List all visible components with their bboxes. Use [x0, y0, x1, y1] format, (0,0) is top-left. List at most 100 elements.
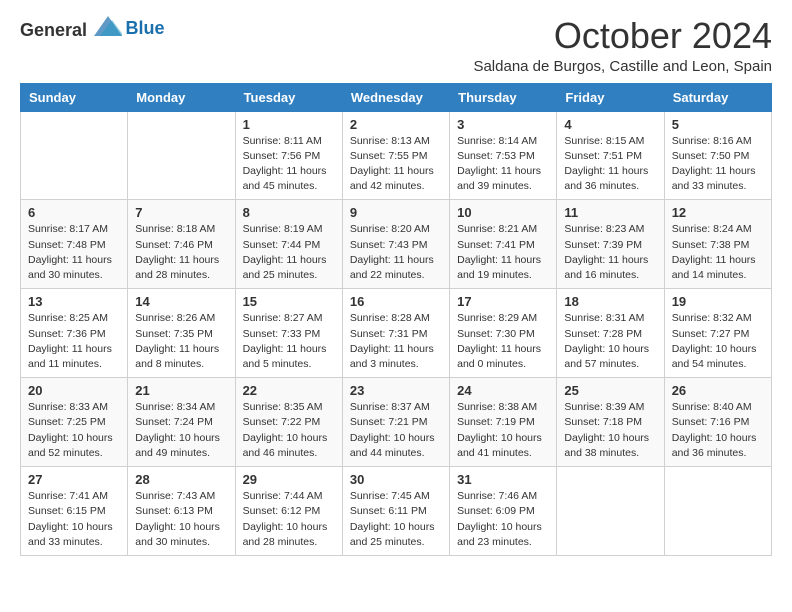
calendar-week-row: 27 Sunrise: 7:41 AM Sunset: 6:15 PM Dayli…: [21, 467, 772, 556]
calendar-cell: 10Sunrise: 8:21 AM Sunset: 7:41 PM Dayli…: [450, 200, 557, 289]
day-info: Sunrise: 8:35 AM Sunset: 7:22 PM Dayligh…: [243, 400, 335, 461]
day-number: 30: [350, 472, 442, 487]
weekday-header: Friday: [557, 83, 664, 111]
calendar-cell: 4 Sunrise: 8:15 AM Sunset: 7:51 PM Daylig…: [557, 111, 664, 200]
day-info: Sunrise: 8:11 AM Sunset: 7:56 PM Dayligh…: [243, 134, 335, 195]
calendar-cell: 25 Sunrise: 8:39 AM Sunset: 7:18 PM Dayli…: [557, 378, 664, 467]
day-number: 12: [672, 205, 764, 220]
day-info: Sunrise: 8:37 AM Sunset: 7:21 PM Dayligh…: [350, 400, 442, 461]
day-number: 6: [28, 205, 120, 220]
day-number: 20: [28, 383, 120, 398]
day-info: Sunrise: 7:43 AM Sunset: 6:13 PM Dayligh…: [135, 489, 227, 550]
calendar-body: 1 Sunrise: 8:11 AM Sunset: 7:56 PM Daylig…: [21, 111, 772, 555]
weekday-header: Saturday: [664, 83, 771, 111]
day-info: Sunrise: 8:13 AM Sunset: 7:55 PM Dayligh…: [350, 134, 442, 195]
day-info: Sunrise: 8:28 AM Sunset: 7:31 PM Dayligh…: [350, 311, 442, 372]
calendar-cell: 22Sunrise: 8:35 AM Sunset: 7:22 PM Dayli…: [235, 378, 342, 467]
calendar-cell: 29 Sunrise: 7:44 AM Sunset: 6:12 PM Dayli…: [235, 467, 342, 556]
day-info: Sunrise: 8:19 AM Sunset: 7:44 PM Dayligh…: [243, 222, 335, 283]
day-info: Sunrise: 8:15 AM Sunset: 7:51 PM Dayligh…: [564, 134, 656, 195]
day-number: 17: [457, 294, 549, 309]
day-number: 19: [672, 294, 764, 309]
calendar-cell: 12 Sunrise: 8:24 AM Sunset: 7:38 PM Dayli…: [664, 200, 771, 289]
calendar-cell: 23 Sunrise: 8:37 AM Sunset: 7:21 PM Dayli…: [342, 378, 449, 467]
calendar-cell: 17 Sunrise: 8:29 AM Sunset: 7:30 PM Dayli…: [450, 289, 557, 378]
weekday-header: Monday: [128, 83, 235, 111]
calendar-cell: 11Sunrise: 8:23 AM Sunset: 7:39 PM Dayli…: [557, 200, 664, 289]
day-number: 5: [672, 117, 764, 132]
day-number: 1: [243, 117, 335, 132]
day-number: 28: [135, 472, 227, 487]
calendar-cell: 8 Sunrise: 8:19 AM Sunset: 7:44 PM Daylig…: [235, 200, 342, 289]
day-number: 21: [135, 383, 227, 398]
logo: General Blue: [20, 16, 165, 41]
weekday-header: Tuesday: [235, 83, 342, 111]
month-year-title: October 2024: [473, 16, 772, 56]
calendar-table: SundayMondayTuesdayWednesdayThursdayFrid…: [20, 83, 772, 556]
calendar-cell: 3Sunrise: 8:14 AM Sunset: 7:53 PM Daylig…: [450, 111, 557, 200]
day-number: 29: [243, 472, 335, 487]
day-number: 23: [350, 383, 442, 398]
day-number: 15: [243, 294, 335, 309]
weekday-header: Wednesday: [342, 83, 449, 111]
day-info: Sunrise: 8:24 AM Sunset: 7:38 PM Dayligh…: [672, 222, 764, 283]
location-subtitle: Saldana de Burgos, Castille and Leon, Sp…: [473, 58, 772, 75]
calendar-cell: 18 Sunrise: 8:31 AM Sunset: 7:28 PM Dayli…: [557, 289, 664, 378]
day-info: Sunrise: 8:32 AM Sunset: 7:27 PM Dayligh…: [672, 311, 764, 372]
calendar-cell: [664, 467, 771, 556]
calendar-cell: 9 Sunrise: 8:20 AM Sunset: 7:43 PM Daylig…: [342, 200, 449, 289]
calendar-cell: 14 Sunrise: 8:26 AM Sunset: 7:35 PM Dayli…: [128, 289, 235, 378]
calendar-cell: 28 Sunrise: 7:43 AM Sunset: 6:13 PM Dayli…: [128, 467, 235, 556]
day-info: Sunrise: 8:33 AM Sunset: 7:25 PM Dayligh…: [28, 400, 120, 461]
calendar-cell: 2 Sunrise: 8:13 AM Sunset: 7:55 PM Daylig…: [342, 111, 449, 200]
day-number: 27: [28, 472, 120, 487]
calendar-cell: 6 Sunrise: 8:17 AM Sunset: 7:48 PM Daylig…: [21, 200, 128, 289]
calendar-week-row: 13Sunrise: 8:25 AM Sunset: 7:36 PM Dayli…: [21, 289, 772, 378]
page-header: General Blue October 2024 Saldana de Bur…: [0, 0, 792, 83]
day-number: 10: [457, 205, 549, 220]
day-number: 31: [457, 472, 549, 487]
day-info: Sunrise: 8:20 AM Sunset: 7:43 PM Dayligh…: [350, 222, 442, 283]
day-info: Sunrise: 8:40 AM Sunset: 7:16 PM Dayligh…: [672, 400, 764, 461]
calendar-cell: 1 Sunrise: 8:11 AM Sunset: 7:56 PM Daylig…: [235, 111, 342, 200]
logo-icon: [94, 16, 122, 36]
day-info: Sunrise: 8:17 AM Sunset: 7:48 PM Dayligh…: [28, 222, 120, 283]
day-info: Sunrise: 8:38 AM Sunset: 7:19 PM Dayligh…: [457, 400, 549, 461]
calendar-cell: 24Sunrise: 8:38 AM Sunset: 7:19 PM Dayli…: [450, 378, 557, 467]
title-section: October 2024 Saldana de Burgos, Castille…: [473, 16, 772, 75]
day-number: 2: [350, 117, 442, 132]
day-info: Sunrise: 8:14 AM Sunset: 7:53 PM Dayligh…: [457, 134, 549, 195]
day-number: 8: [243, 205, 335, 220]
calendar-wrapper: SundayMondayTuesdayWednesdayThursdayFrid…: [0, 83, 792, 566]
weekday-header-row: SundayMondayTuesdayWednesdayThursdayFrid…: [21, 83, 772, 111]
day-number: 14: [135, 294, 227, 309]
logo-general: General: [20, 20, 87, 40]
calendar-cell: 20 Sunrise: 8:33 AM Sunset: 7:25 PM Dayli…: [21, 378, 128, 467]
calendar-header: SundayMondayTuesdayWednesdayThursdayFrid…: [21, 83, 772, 111]
day-info: Sunrise: 8:31 AM Sunset: 7:28 PM Dayligh…: [564, 311, 656, 372]
day-info: Sunrise: 8:26 AM Sunset: 7:35 PM Dayligh…: [135, 311, 227, 372]
day-info: Sunrise: 8:27 AM Sunset: 7:33 PM Dayligh…: [243, 311, 335, 372]
day-info: Sunrise: 7:44 AM Sunset: 6:12 PM Dayligh…: [243, 489, 335, 550]
day-info: Sunrise: 7:41 AM Sunset: 6:15 PM Dayligh…: [28, 489, 120, 550]
calendar-cell: 5Sunrise: 8:16 AM Sunset: 7:50 PM Daylig…: [664, 111, 771, 200]
calendar-cell: [128, 111, 235, 200]
weekday-header: Thursday: [450, 83, 557, 111]
day-info: Sunrise: 8:29 AM Sunset: 7:30 PM Dayligh…: [457, 311, 549, 372]
calendar-cell: 31Sunrise: 7:46 AM Sunset: 6:09 PM Dayli…: [450, 467, 557, 556]
day-number: 9: [350, 205, 442, 220]
calendar-week-row: 20 Sunrise: 8:33 AM Sunset: 7:25 PM Dayli…: [21, 378, 772, 467]
calendar-week-row: 6 Sunrise: 8:17 AM Sunset: 7:48 PM Daylig…: [21, 200, 772, 289]
calendar-cell: 26Sunrise: 8:40 AM Sunset: 7:16 PM Dayli…: [664, 378, 771, 467]
calendar-cell: 13Sunrise: 8:25 AM Sunset: 7:36 PM Dayli…: [21, 289, 128, 378]
day-number: 4: [564, 117, 656, 132]
day-number: 18: [564, 294, 656, 309]
calendar-week-row: 1 Sunrise: 8:11 AM Sunset: 7:56 PM Daylig…: [21, 111, 772, 200]
day-info: Sunrise: 8:39 AM Sunset: 7:18 PM Dayligh…: [564, 400, 656, 461]
calendar-cell: 16Sunrise: 8:28 AM Sunset: 7:31 PM Dayli…: [342, 289, 449, 378]
calendar-cell: 19 Sunrise: 8:32 AM Sunset: 7:27 PM Dayli…: [664, 289, 771, 378]
calendar-cell: 21Sunrise: 8:34 AM Sunset: 7:24 PM Dayli…: [128, 378, 235, 467]
day-number: 25: [564, 383, 656, 398]
calendar-cell: 27 Sunrise: 7:41 AM Sunset: 6:15 PM Dayli…: [21, 467, 128, 556]
calendar-cell: [557, 467, 664, 556]
